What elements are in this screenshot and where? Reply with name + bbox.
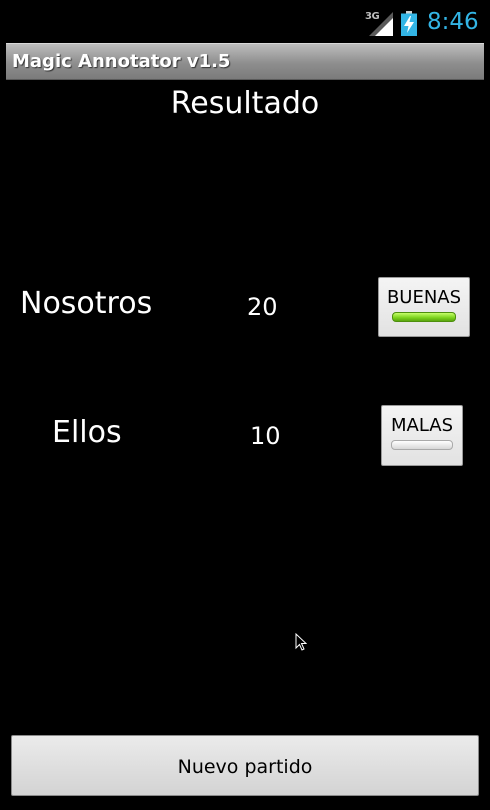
malas-button[interactable]: MALAS [381,405,463,466]
app-title: Magic Annotator v1.5 [12,51,231,72]
app-title-bar: Magic Annotator v1.5 [6,43,484,80]
buenas-button-label: BUENAS [386,287,462,308]
page-title: Resultado [170,86,320,121]
signal-icon [369,12,393,36]
team-name-nosotros: Nosotros [20,286,153,321]
buenas-indicator-light [392,312,456,322]
buenas-button[interactable]: BUENAS [378,277,470,337]
new-game-button-label: Nuevo partido [177,756,313,778]
new-game-button[interactable]: Nuevo partido [11,735,479,796]
mouse-cursor-icon [295,633,307,651]
status-bar: 3G 8:46 [0,0,490,43]
score-nosotros: 20 [247,293,278,321]
status-clock: 8:46 [427,9,479,35]
malas-indicator-light [391,440,453,450]
malas-button-label: MALAS [390,415,454,436]
score-ellos: 10 [250,422,281,450]
team-name-ellos: Ellos [52,415,122,450]
battery-charging-icon [401,11,417,36]
